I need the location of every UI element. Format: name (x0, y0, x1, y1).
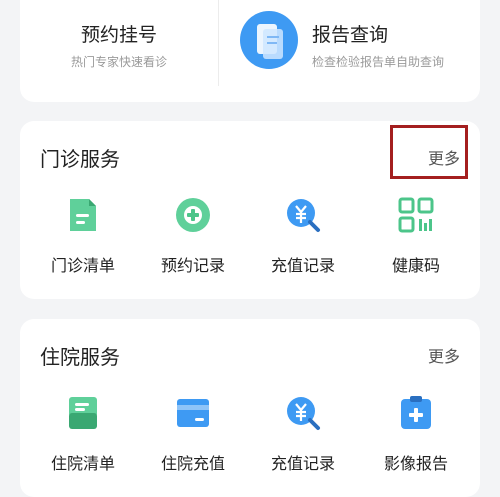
outpatient-item-label: 预约记录 (160, 256, 225, 275)
outpatient-item-label: 门诊清单 (50, 256, 115, 275)
more-highlight-box (390, 125, 468, 179)
report-query-entry[interactable]: 报告查询 检查检验报告单自助查询 (219, 0, 480, 102)
appointment-entry[interactable]: 预约挂号 热门专家快速看诊 (20, 0, 218, 102)
report-document-icon (240, 11, 298, 69)
report-subtitle: 检查检验报告单自助查询 (312, 55, 445, 69)
inpatient-item-label: 充值记录 (270, 454, 335, 473)
add-circle-icon (175, 197, 211, 233)
inpatient-item-label: 住院清单 (50, 454, 115, 473)
outpatient-card: 门诊服务 更多 门诊清单 预约记录 充值记录 健康码 (20, 121, 480, 299)
report-title: 报告查询 (312, 24, 389, 46)
stack-list-icon (65, 395, 101, 431)
qr-code-icon (398, 197, 434, 233)
inpatient-more-link[interactable]: 更多 (428, 343, 460, 367)
appointment-title: 预约挂号 (80, 24, 157, 46)
outpatient-item-label: 健康码 (391, 256, 440, 275)
appointment-subtitle: 热门专家快速看诊 (70, 55, 167, 69)
inpatient-grid: 住院清单 住院充值 充值记录 影像报告 (20, 395, 480, 481)
clipboard-plus-icon (398, 395, 434, 431)
card-icon (175, 395, 211, 431)
yuan-search-icon (285, 395, 321, 431)
outpatient-grid: 门诊清单 预约记录 充值记录 健康码 (20, 197, 480, 283)
quick-actions-card: 预约挂号 热门专家快速看诊 报告查询 检查检验报告单自助查询 (20, 0, 480, 102)
inpatient-item-label: 住院充值 (160, 454, 225, 473)
outpatient-title: 门诊服务 (40, 147, 120, 171)
outpatient-item-label: 充值记录 (270, 256, 335, 275)
inpatient-card: 住院服务 更多 住院清单 住院充值 充值记录 影像报告 (20, 319, 480, 497)
inpatient-item-label: 影像报告 (383, 454, 448, 473)
inpatient-title: 住院服务 (40, 345, 120, 369)
document-list-icon (65, 197, 101, 233)
yuan-search-icon (285, 197, 321, 233)
